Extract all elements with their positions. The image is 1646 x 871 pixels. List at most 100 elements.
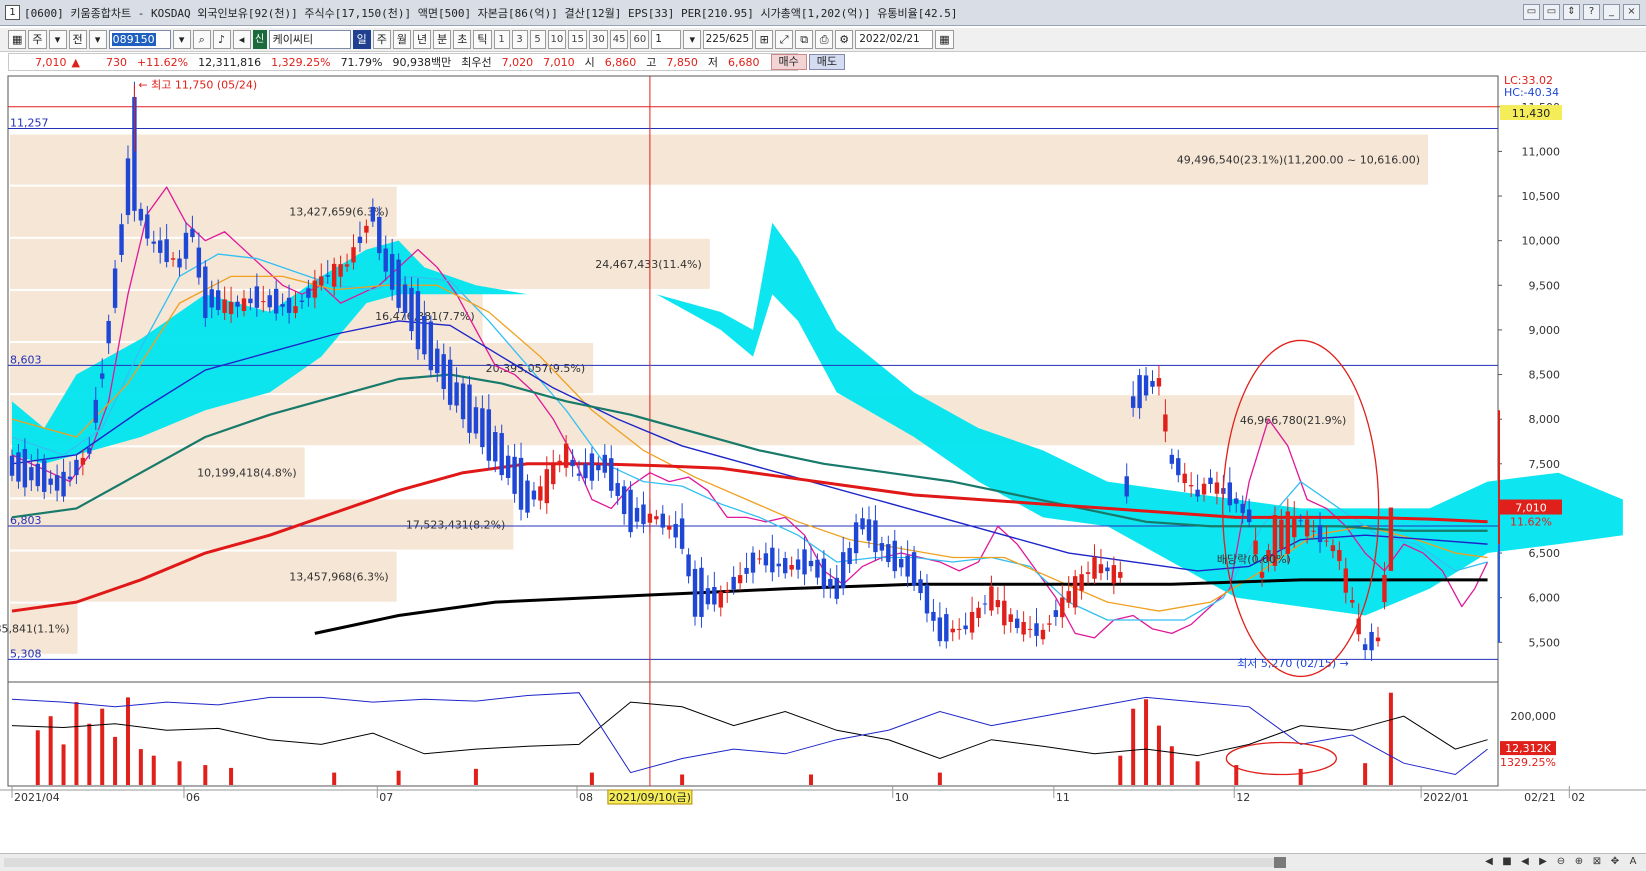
candle-body	[795, 559, 801, 570]
tile-icon[interactable]: ▭	[1543, 4, 1560, 20]
calendar-icon[interactable]: ▦	[935, 30, 954, 49]
interval-45[interactable]: 45	[609, 30, 629, 49]
print-icon[interactable]: ⎙	[815, 30, 834, 49]
candle-body	[183, 232, 189, 259]
settings-gear-icon[interactable]: ⚙	[835, 30, 854, 49]
date-input[interactable]: 2022/02/21	[855, 30, 934, 49]
current-price-label: 7,010	[1515, 502, 1547, 515]
play-icon[interactable]: ▶	[1536, 855, 1550, 869]
candle-body	[1369, 631, 1374, 651]
zoom-icon[interactable]: ⤢	[775, 30, 794, 49]
pin-icon[interactable]: ⇕	[1563, 4, 1580, 20]
candle-body	[396, 259, 401, 308]
period-week[interactable]: 주	[372, 30, 391, 49]
interval-30[interactable]: 30	[589, 30, 608, 49]
x-tick-label: 07	[379, 791, 393, 804]
candle-body	[235, 301, 240, 307]
interval-60[interactable]: 60	[630, 30, 650, 49]
minimize-icon[interactable]: _	[1603, 4, 1620, 20]
volume-bar	[1363, 763, 1368, 785]
candle-body	[821, 558, 827, 589]
candle-body	[757, 558, 762, 560]
candle-body	[1330, 545, 1336, 552]
interval-15[interactable]: 15	[568, 30, 587, 49]
code-dropdown-icon[interactable]: ▾	[172, 30, 191, 49]
candle-body	[486, 409, 492, 461]
scroll-thumb[interactable]	[1274, 857, 1286, 868]
sound-icon[interactable]: ♪	[212, 30, 231, 49]
candle-body	[1060, 597, 1065, 618]
play-back-icon[interactable]: ◀	[1518, 855, 1532, 869]
chart-scrollbar[interactable]: ◀ ■ ◀ ▶ ⊖ ⊕ ⊠ ✥ A	[0, 853, 1646, 871]
dropdown-icon[interactable]: ▾	[48, 30, 67, 49]
price-change: 730	[105, 55, 127, 69]
period-minute[interactable]: 분	[433, 30, 452, 49]
candle-body	[731, 576, 736, 590]
candle-body	[100, 373, 105, 379]
candle-body	[1304, 519, 1310, 537]
period-second[interactable]: 초	[453, 30, 472, 49]
candle-body	[783, 558, 788, 574]
volume-bar	[396, 770, 401, 785]
y-tick-label: 5,500	[1529, 636, 1561, 649]
stop-icon[interactable]: ■	[1500, 855, 1514, 869]
stock-code-input[interactable]: 089150	[108, 30, 171, 49]
candle-body	[525, 480, 530, 513]
interval-10[interactable]: 10	[547, 30, 567, 49]
candle-body	[1388, 507, 1394, 571]
stock-chart[interactable]: 49,496,540(23.1%)(11,200.00 ~ 10,616.00)…	[0, 72, 1646, 853]
candle-body	[1072, 576, 1078, 608]
candle-body	[389, 254, 395, 290]
restore-icon[interactable]: ▭	[1523, 4, 1540, 20]
count-dropdown-icon[interactable]: ▾	[683, 30, 702, 49]
help-icon[interactable]: ?	[1583, 4, 1600, 20]
prev-stock-icon[interactable]: ◂	[232, 30, 251, 49]
grid-toggle-icon[interactable]: ⊞	[755, 30, 774, 49]
interval-1[interactable]: 1	[493, 30, 510, 49]
interval-count-input[interactable]: 1	[651, 30, 682, 49]
stock-name: 케이씨티	[268, 30, 351, 49]
interval-3[interactable]: 3	[511, 30, 528, 49]
candle-body	[750, 552, 756, 573]
volume-bar	[74, 702, 79, 785]
period-day[interactable]: 일	[352, 30, 371, 49]
period-tick[interactable]: 틱	[473, 30, 492, 49]
close-icon[interactable]: ×	[1623, 4, 1640, 20]
zoom-in-icon[interactable]: ⊕	[1572, 855, 1586, 869]
chart-menu-icon[interactable]: ▦	[8, 30, 27, 49]
candle-body	[1079, 574, 1084, 591]
candle-body	[248, 298, 253, 304]
market-type-select[interactable]: 주	[28, 30, 47, 49]
font-icon[interactable]: A	[1626, 855, 1640, 869]
dropdown-icon[interactable]: ▾	[88, 30, 107, 49]
interval-5[interactable]: 5	[529, 30, 546, 49]
candle-body	[480, 408, 485, 448]
period-year[interactable]: 년	[413, 30, 432, 49]
scroll-track[interactable]	[4, 858, 1286, 867]
search-icon[interactable]: ⌕	[192, 30, 211, 49]
y-tick-label: 11,000	[1522, 145, 1561, 158]
candle-body	[119, 224, 124, 255]
candle-body	[1040, 629, 1046, 640]
move-icon[interactable]: ✥	[1608, 855, 1622, 869]
market-scope-select[interactable]: 전	[68, 30, 87, 49]
scroll-left-icon[interactable]: ◀	[1482, 855, 1496, 869]
x-tick-label: 08	[579, 791, 593, 804]
buy-button[interactable]: 매수	[770, 54, 807, 70]
period-month[interactable]: 월	[392, 30, 412, 49]
display-count-input[interactable]: 225/625	[703, 30, 754, 49]
candle-body	[563, 443, 569, 468]
candle-body	[493, 432, 498, 462]
candle-body	[1034, 623, 1039, 636]
candle-body	[634, 507, 640, 522]
candle-body	[505, 455, 511, 478]
fit-icon[interactable]: ⊠	[1590, 855, 1604, 869]
candle-body	[319, 276, 324, 286]
volume-bar	[35, 730, 40, 785]
candle-body	[106, 320, 111, 344]
candle-body	[351, 247, 356, 263]
sell-button[interactable]: 매도	[808, 54, 845, 70]
candle-body	[364, 225, 369, 233]
zoom-out-icon[interactable]: ⊖	[1554, 855, 1568, 869]
overlap-icon[interactable]: ⧉	[795, 30, 814, 49]
